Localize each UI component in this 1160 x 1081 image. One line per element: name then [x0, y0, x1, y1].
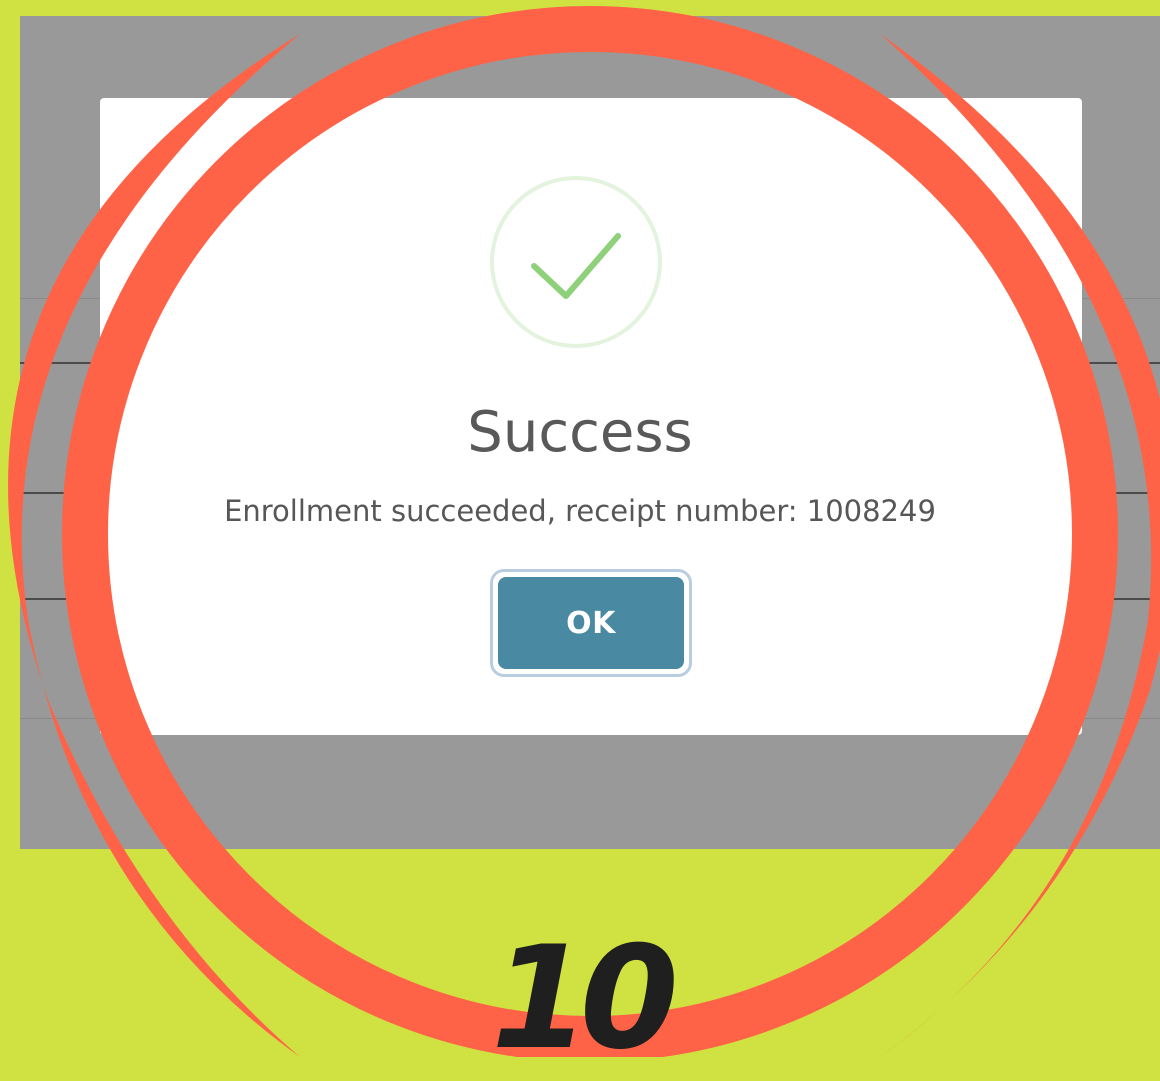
- dialog-title: Success: [467, 400, 693, 465]
- checkmark-icon: [531, 233, 621, 299]
- dialog-message: Enrollment succeeded, receipt number: 10…: [224, 494, 936, 528]
- ok-button-label: OK: [498, 577, 684, 669]
- checkmark-circle-icon: [490, 176, 662, 348]
- ok-button[interactable]: OK: [490, 569, 692, 677]
- step-number: 10: [491, 916, 679, 1081]
